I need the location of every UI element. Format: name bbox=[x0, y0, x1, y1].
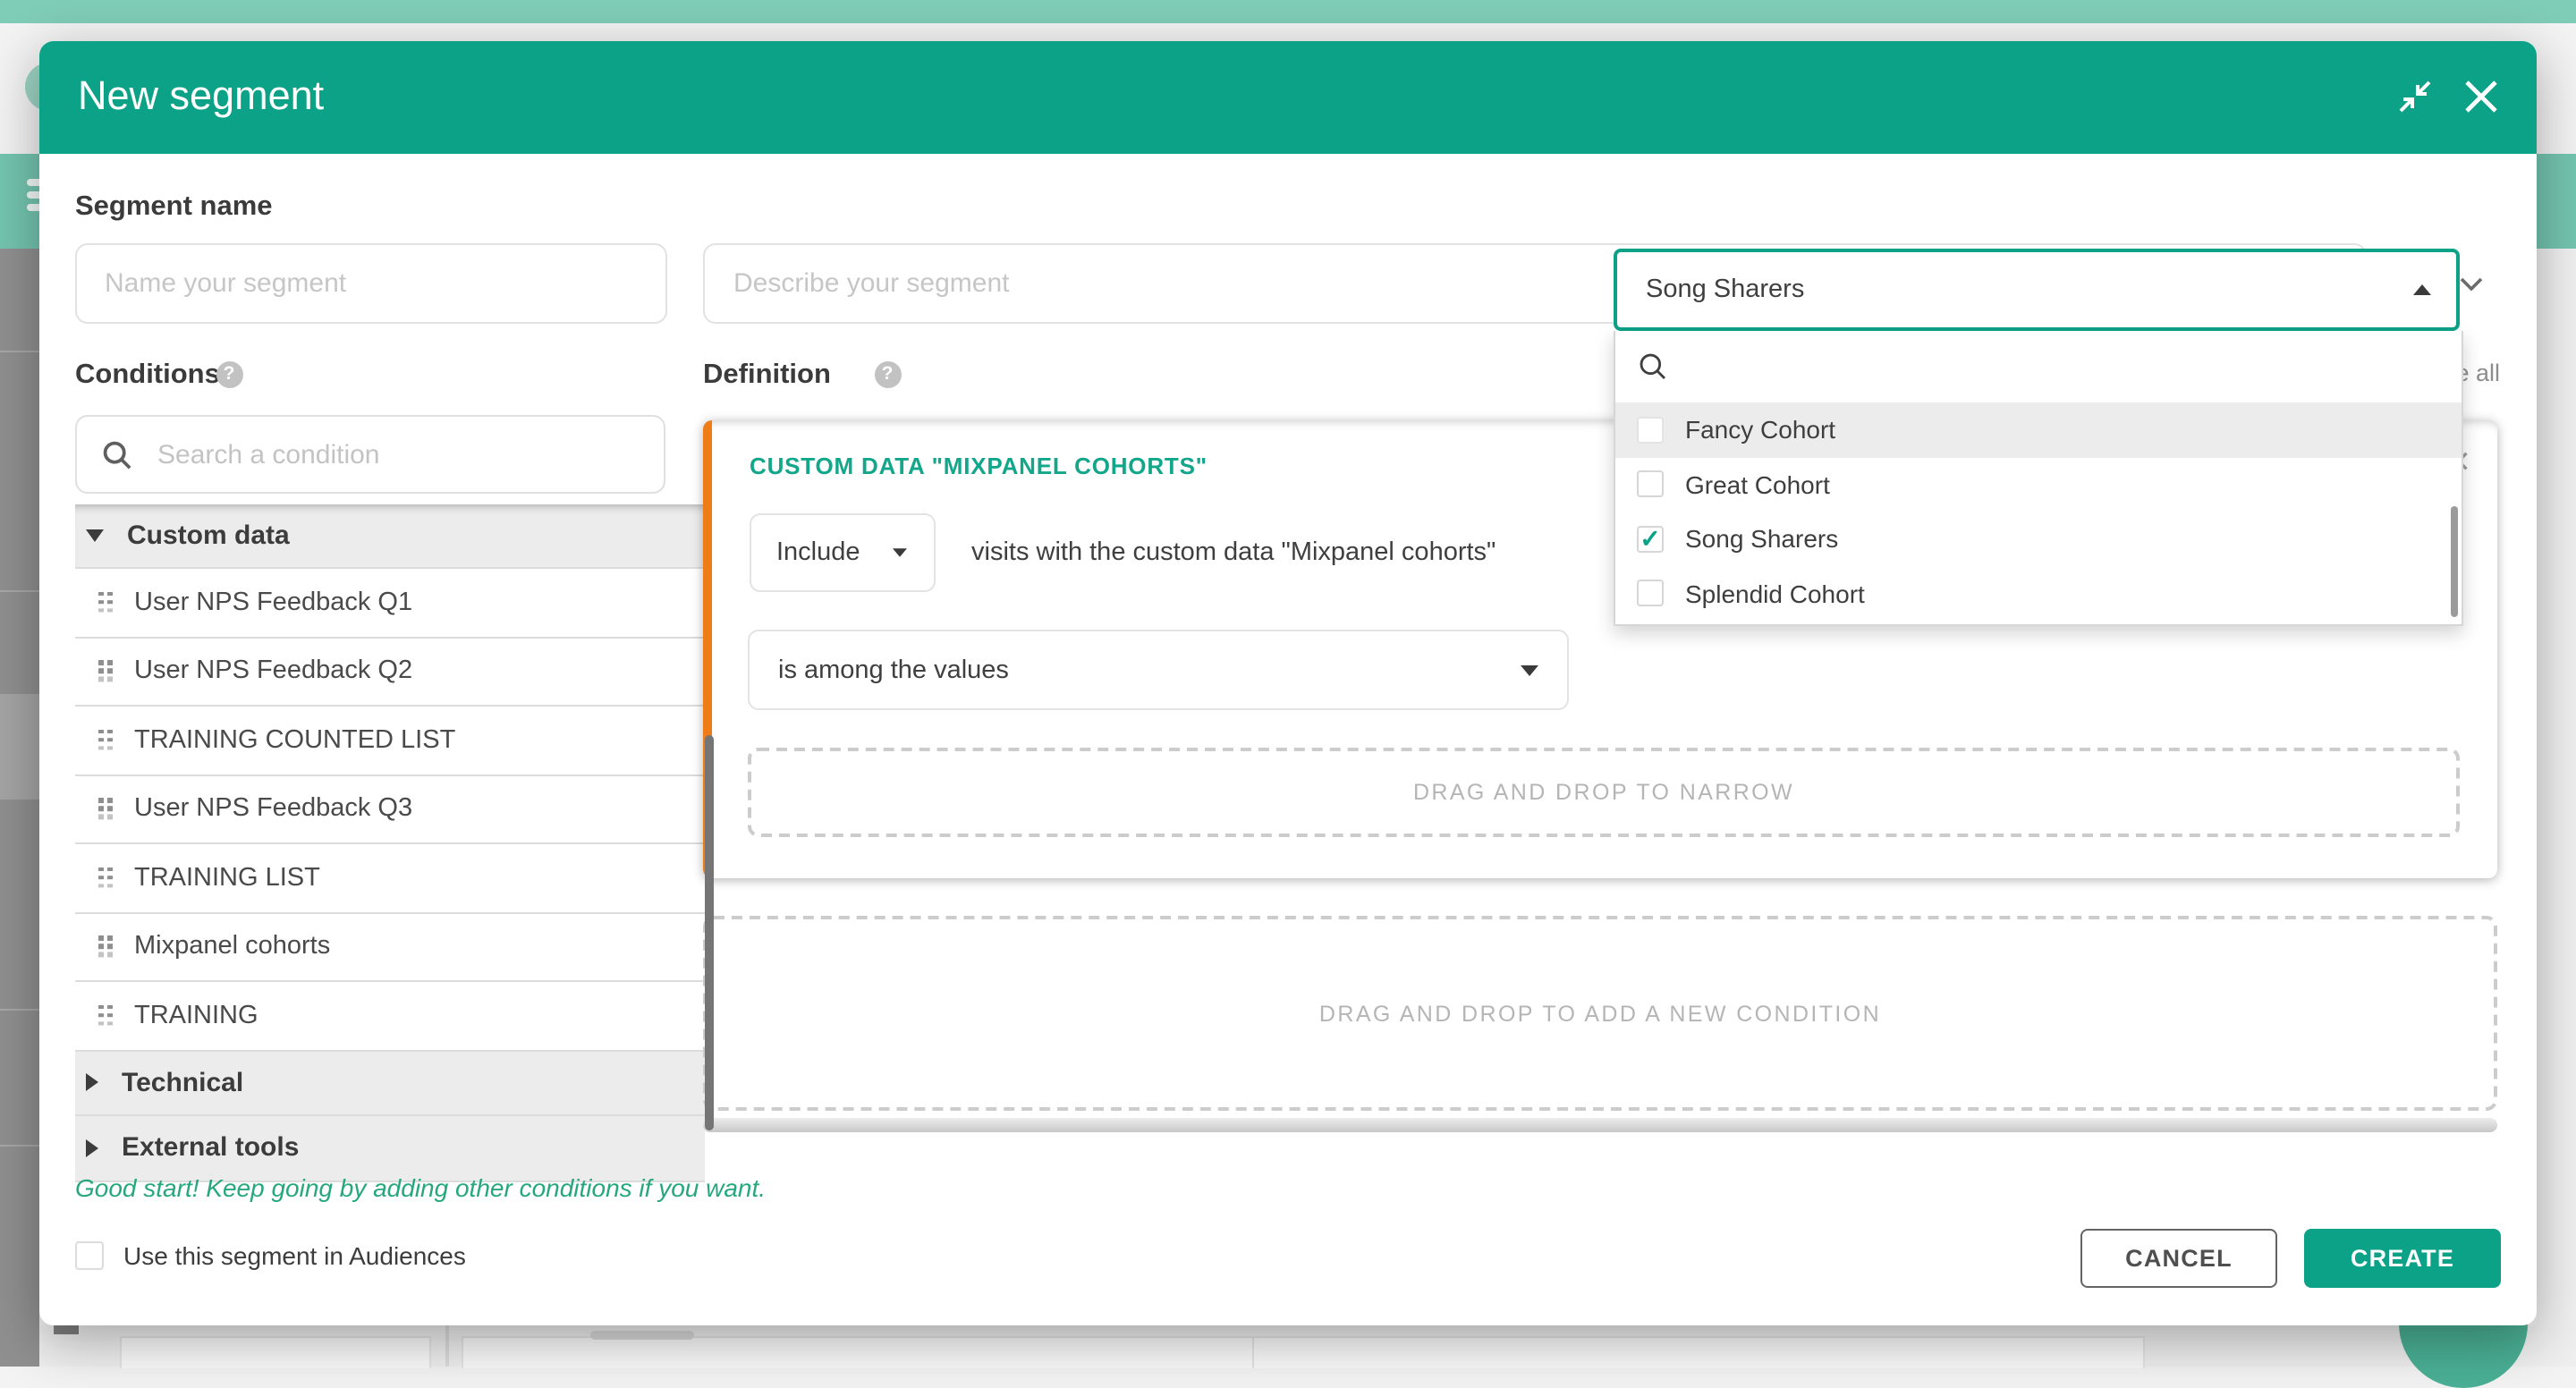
background-panel bbox=[462, 1336, 1256, 1368]
dropdown-scrollbar[interactable] bbox=[2450, 505, 2457, 616]
segment-name-input[interactable] bbox=[74, 243, 666, 324]
audiences-label: Use this segment in Audiences bbox=[123, 1241, 466, 1270]
condition-item[interactable]: User NPS Feedback Q2 bbox=[75, 638, 705, 707]
option-great-cohort[interactable]: Great Cohort bbox=[1615, 457, 2461, 512]
checkbox-checked[interactable]: ✓ bbox=[1637, 526, 1664, 553]
operator-select[interactable]: is among the values bbox=[748, 630, 1569, 710]
screen: New segment Segment name Tags bbox=[0, 0, 2576, 1367]
audiences-checkbox-row[interactable]: Use this segment in Audiences bbox=[75, 1241, 466, 1270]
condition-list-scrollbar[interactable] bbox=[705, 735, 713, 1130]
condition-item[interactable]: TRAINING bbox=[75, 982, 705, 1051]
triangle-right-icon bbox=[86, 1139, 98, 1157]
drag-handle-icon bbox=[98, 730, 113, 751]
drag-handle-icon bbox=[98, 1005, 113, 1027]
drag-handle-icon bbox=[98, 936, 113, 958]
caret-down-icon bbox=[1521, 664, 1538, 675]
sidebar-active-item bbox=[0, 694, 38, 800]
condition-item[interactable]: User NPS Feedback Q1 bbox=[75, 569, 705, 638]
condition-item[interactable]: Mixpanel cohorts bbox=[75, 913, 705, 982]
collapse-icon[interactable] bbox=[2397, 79, 2433, 114]
triangle-right-icon bbox=[86, 1074, 98, 1092]
checkbox-unchecked[interactable] bbox=[1637, 580, 1664, 607]
background-element bbox=[54, 1325, 79, 1334]
create-button[interactable]: CREATE bbox=[2304, 1229, 2501, 1288]
chevron-down-icon bbox=[2460, 276, 2483, 291]
value-dropdown-panel: Fancy Cohort Great Cohort ✓ Song Sharers… bbox=[1614, 330, 2462, 625]
option-song-sharers[interactable]: ✓ Song Sharers bbox=[1615, 512, 2461, 566]
background-panel bbox=[1252, 1336, 2145, 1368]
condition-item[interactable]: TRAINING LIST bbox=[75, 844, 705, 913]
close-icon[interactable] bbox=[2463, 79, 2499, 114]
background-panel bbox=[120, 1336, 431, 1368]
definition-label: Definition bbox=[703, 359, 831, 391]
drag-handle-icon bbox=[98, 661, 113, 682]
condition-item[interactable]: User NPS Feedback Q3 bbox=[75, 775, 705, 844]
value-select[interactable]: Song Sharers bbox=[1614, 248, 2459, 330]
caret-up-icon bbox=[2412, 284, 2430, 294]
option-fancy-cohort[interactable]: Fancy Cohort bbox=[1615, 402, 2461, 457]
cancel-button[interactable]: CANCEL bbox=[2080, 1229, 2277, 1288]
option-splendid-cohort[interactable]: Splendid Cohort bbox=[1615, 566, 2461, 621]
condition-group-external-tools[interactable]: External tools bbox=[75, 1116, 705, 1181]
condition-group-custom-data[interactable]: Custom data bbox=[75, 504, 705, 569]
condition-search bbox=[75, 415, 665, 494]
condition-item[interactable]: TRAINING COUNTED LIST bbox=[75, 707, 705, 775]
definition-help-icon[interactable]: ? bbox=[874, 360, 901, 387]
conditions-help-icon[interactable]: ? bbox=[216, 360, 242, 387]
app-sidebar bbox=[0, 249, 38, 1367]
search-icon bbox=[102, 439, 132, 470]
segment-name-label: Segment name bbox=[75, 190, 273, 223]
caret-down-icon bbox=[893, 548, 907, 557]
definition-horizontal-scrollbar[interactable] bbox=[703, 1118, 2497, 1132]
card-title: CUSTOM DATA "MIXPANEL COHORTS" bbox=[750, 453, 1208, 479]
condition-list: Custom data User NPS Feedback Q1 User NP… bbox=[75, 504, 705, 1181]
background-divider bbox=[445, 1325, 449, 1367]
new-segment-modal: New segment Segment name Tags bbox=[38, 40, 2537, 1325]
checkmark-icon: ✓ bbox=[1640, 527, 1660, 552]
search-icon bbox=[1639, 351, 1667, 380]
modal-header: New segment bbox=[38, 40, 2537, 154]
drop-zone-new-condition: DRAG AND DROP TO ADD A NEW CONDITION bbox=[703, 916, 2497, 1111]
modal-title: New segment bbox=[78, 40, 324, 154]
hint-text: Good start! Keep going by adding other c… bbox=[75, 1173, 766, 1202]
value-search[interactable] bbox=[1615, 330, 2461, 402]
drop-zone-narrow: DRAG AND DROP TO NARROW bbox=[748, 748, 2460, 837]
background-scroll-handle bbox=[590, 1331, 694, 1340]
drag-handle-icon bbox=[98, 799, 113, 820]
checkbox-unchecked[interactable] bbox=[1637, 471, 1664, 498]
include-select[interactable]: Include bbox=[750, 513, 936, 592]
drag-handle-icon bbox=[98, 592, 113, 614]
audiences-checkbox[interactable] bbox=[75, 1241, 104, 1270]
conditions-label: Conditions bbox=[75, 359, 220, 391]
condition-group-technical[interactable]: Technical bbox=[75, 1051, 705, 1116]
app-top-strip bbox=[0, 0, 2576, 23]
page-background-right bbox=[2537, 249, 2576, 1367]
include-description: visits with the custom data "Mixpanel co… bbox=[971, 513, 1496, 592]
triangle-down-icon bbox=[86, 529, 104, 542]
condition-search-input[interactable] bbox=[154, 437, 639, 471]
checkbox-unchecked[interactable] bbox=[1637, 417, 1664, 444]
drag-handle-icon bbox=[98, 868, 113, 889]
